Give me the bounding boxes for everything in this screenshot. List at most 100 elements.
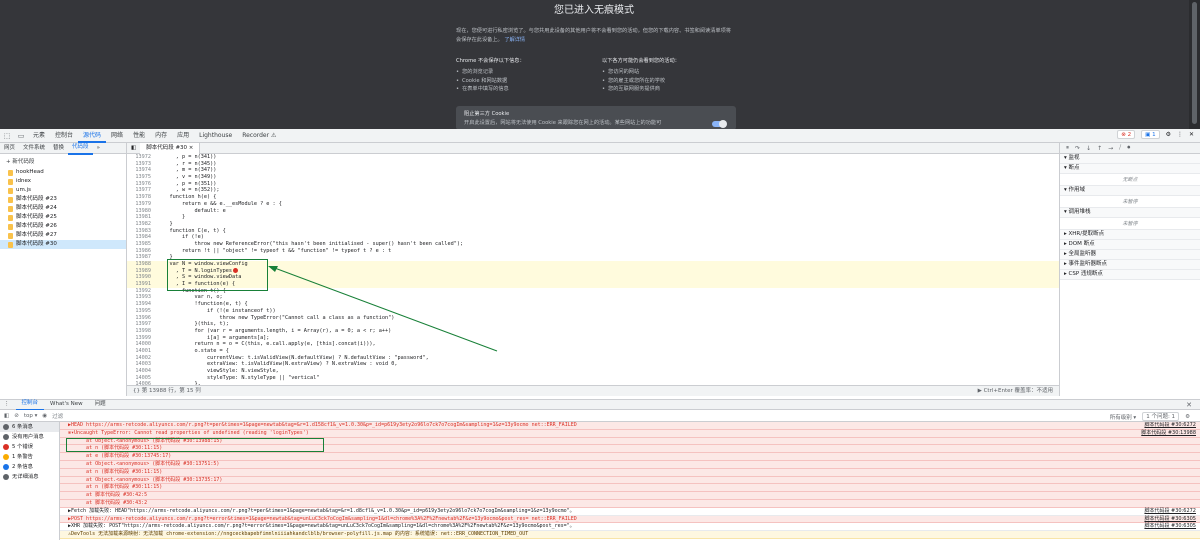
code-line[interactable]: 14005 styleType: N.styleType || "vertica… <box>127 375 1059 382</box>
more-tabs-icon[interactable]: » <box>93 143 104 154</box>
console-message[interactable]: at Object.<anonymous> (脚本代码段 #30:13751:5… <box>60 460 1200 469</box>
step-icon[interactable]: → <box>1108 145 1113 152</box>
line-number[interactable]: 13997 <box>127 321 157 328</box>
line-number[interactable]: 14000 <box>127 341 157 348</box>
code-line[interactable]: 13976 , p = n(351)) <box>127 181 1059 188</box>
line-number[interactable]: 13972 <box>127 154 157 161</box>
learn-more-link[interactable]: 了解详情 <box>504 37 525 43</box>
code-line[interactable]: 13980 default: e <box>127 208 1059 215</box>
step-into-icon[interactable]: ↓ <box>1086 145 1091 152</box>
line-number[interactable]: 14003 <box>127 361 157 368</box>
line-number[interactable]: 13977 <box>127 187 157 194</box>
line-number[interactable]: 14001 <box>127 348 157 355</box>
page-scrollbar[interactable] <box>1189 0 1200 129</box>
line-number[interactable]: 13995 <box>127 308 157 315</box>
step-out-icon[interactable]: ↑ <box>1097 145 1102 152</box>
console-filter-item[interactable]: 没有用户消息 <box>0 432 59 442</box>
code-line[interactable]: 13993 var n, o; <box>127 294 1059 301</box>
cookie-toggle[interactable] <box>712 120 727 128</box>
file-tab[interactable]: 脚本代码段 #30 × <box>140 142 201 154</box>
line-number[interactable]: 13978 <box>127 194 157 201</box>
debugger-section-header[interactable]: ▸ XHR/提取断点 <box>1060 230 1200 240</box>
line-number[interactable]: 13973 <box>127 161 157 168</box>
tab-filesystem[interactable]: 文件系统 <box>19 143 49 154</box>
more-icon[interactable]: ⋮ <box>1177 131 1183 138</box>
line-number[interactable]: 13979 <box>127 201 157 208</box>
tab-application[interactable]: 应用 <box>172 129 194 143</box>
eye-icon[interactable]: ◉ <box>42 413 47 419</box>
code-line[interactable]: 13983 function C(e, t) { <box>127 228 1059 235</box>
gear-icon[interactable]: ⚙ <box>1166 131 1171 138</box>
console-message[interactable]: ⚠DevTools 无法加载来源映射：无法加载 chrome-extension… <box>60 531 1200 539</box>
inspect-icon[interactable]: ⬚ <box>0 132 14 140</box>
pause-icon[interactable]: ⏸ <box>1066 144 1069 152</box>
console-filter-item[interactable]: 2 条信息 <box>0 462 59 472</box>
debugger-section-header[interactable]: ▾ 作用域 <box>1060 186 1200 196</box>
console-message[interactable]: at e (脚本代码段 #30:13745:17) <box>60 453 1200 461</box>
debugger-section-header[interactable]: ▸ 事件监听器断点 <box>1060 260 1200 270</box>
code-line[interactable]: 13977 , w = n(352)); <box>127 187 1059 194</box>
code-line[interactable]: 14002 currentView: t.isValidView(N.defau… <box>127 355 1059 362</box>
code-line[interactable]: 13994 !function(e, t) { <box>127 301 1059 308</box>
close-drawer-icon[interactable]: ✕ <box>1186 401 1192 409</box>
tab-lighthouse[interactable]: Lighthouse <box>194 129 237 143</box>
line-number[interactable]: 13986 <box>127 248 157 255</box>
debugger-section-header[interactable]: ▾ 调用堆栈 <box>1060 208 1200 218</box>
line-number[interactable]: 13992 <box>127 288 157 295</box>
run-shortcut[interactable]: ▶ Ctrl+Enter 覆盖率：不适用 <box>978 386 1053 396</box>
drawer-menu-icon[interactable]: ⋮ <box>0 399 16 410</box>
console-message[interactable]: at n (脚本代码段 #30:11:15) <box>60 484 1200 493</box>
console-filter-item[interactable]: 1 条警告 <box>0 452 59 462</box>
drawer-tab-issues[interactable]: 问题 <box>89 399 112 410</box>
line-number[interactable]: 14002 <box>127 355 157 362</box>
tab-elements[interactable]: 元素 <box>28 129 50 143</box>
snippet-file[interactable]: 脚本代码段 #25 <box>0 213 126 222</box>
code-line[interactable]: 13999 i[a] = arguments[a]; <box>127 335 1059 342</box>
code-line[interactable]: 13995 if (!(e instanceof t)) <box>127 308 1059 315</box>
error-count-badge[interactable]: ⊗ 2 <box>1117 130 1136 139</box>
snippet-file[interactable]: 脚本代码段 #24 <box>0 204 126 213</box>
line-number[interactable]: 13988 <box>127 261 157 268</box>
line-number[interactable]: 13989 <box>127 268 157 275</box>
console-message[interactable]: at 脚本代码段 #30:43:2 <box>60 499 1200 508</box>
debugger-section-header[interactable]: ▾ 断点 <box>1060 164 1200 174</box>
code-line[interactable]: 13997 }(this, t); <box>127 321 1059 328</box>
tab-recorder[interactable]: Recorder ⚠ <box>237 129 281 143</box>
tab-console[interactable]: 控制台 <box>50 129 78 143</box>
code-line[interactable]: 13973 , r = n(345)) <box>127 161 1059 168</box>
line-number[interactable]: 14004 <box>127 368 157 375</box>
snippet-file[interactable]: hookHead <box>0 168 126 177</box>
line-number[interactable]: 13976 <box>127 181 157 188</box>
snippet-file[interactable]: 脚本代码段 #27 <box>0 231 126 240</box>
toggle-navigator-icon[interactable]: ◧ <box>131 145 136 151</box>
line-number[interactable]: 13998 <box>127 328 157 335</box>
line-number[interactable]: 13990 <box>127 274 157 281</box>
snippet-file[interactable]: idnex <box>0 177 126 186</box>
snippet-file[interactable]: um.js <box>0 186 126 195</box>
line-number[interactable]: 13999 <box>127 335 157 342</box>
context-select[interactable]: top ▾ <box>24 413 38 419</box>
code-line[interactable]: 13984 if (!e) <box>127 234 1059 241</box>
step-over-icon[interactable]: ↷ <box>1075 145 1080 152</box>
line-number[interactable]: 13985 <box>127 241 157 248</box>
code-line[interactable]: 13985 throw new ReferenceError("this has… <box>127 241 1059 248</box>
snippet-file[interactable]: 脚本代码段 #30 <box>0 240 126 249</box>
code-line[interactable]: 14000 return n = o = C(this, e.call.appl… <box>127 341 1059 348</box>
new-snippet-button[interactable]: + 新代码段 <box>0 154 126 168</box>
issues-badge[interactable]: 1 个问题: 1 <box>1142 412 1180 421</box>
console-message[interactable]: at 脚本代码段 #30:42:5 <box>60 492 1200 500</box>
debugger-section-header[interactable]: ▾ 监视 <box>1060 154 1200 164</box>
console-message[interactable]: at n (脚本代码段 #30:11:15) <box>60 468 1200 477</box>
line-number[interactable]: 13982 <box>127 221 157 228</box>
code-line[interactable]: 14003 extraView: t.isValidView(N.extraVi… <box>127 361 1059 368</box>
line-number[interactable]: 13975 <box>127 174 157 181</box>
console-settings-icon[interactable]: ⚙ <box>1185 414 1190 420</box>
scrollbar-thumb[interactable] <box>1192 2 1197 124</box>
code-line[interactable]: 13998 for (var r = arguments.length, i =… <box>127 328 1059 335</box>
source-link[interactable]: 脚本代码段 #30:6272 <box>1144 422 1196 429</box>
snippet-file[interactable]: 脚本代码段 #23 <box>0 195 126 204</box>
device-toggle-icon[interactable]: ▭ <box>14 132 28 140</box>
snippet-file[interactable]: 脚本代码段 #26 <box>0 222 126 231</box>
code-line[interactable]: 14001 o.state = { <box>127 348 1059 355</box>
code-line[interactable]: 13972 , p = n(341)) <box>127 154 1059 161</box>
